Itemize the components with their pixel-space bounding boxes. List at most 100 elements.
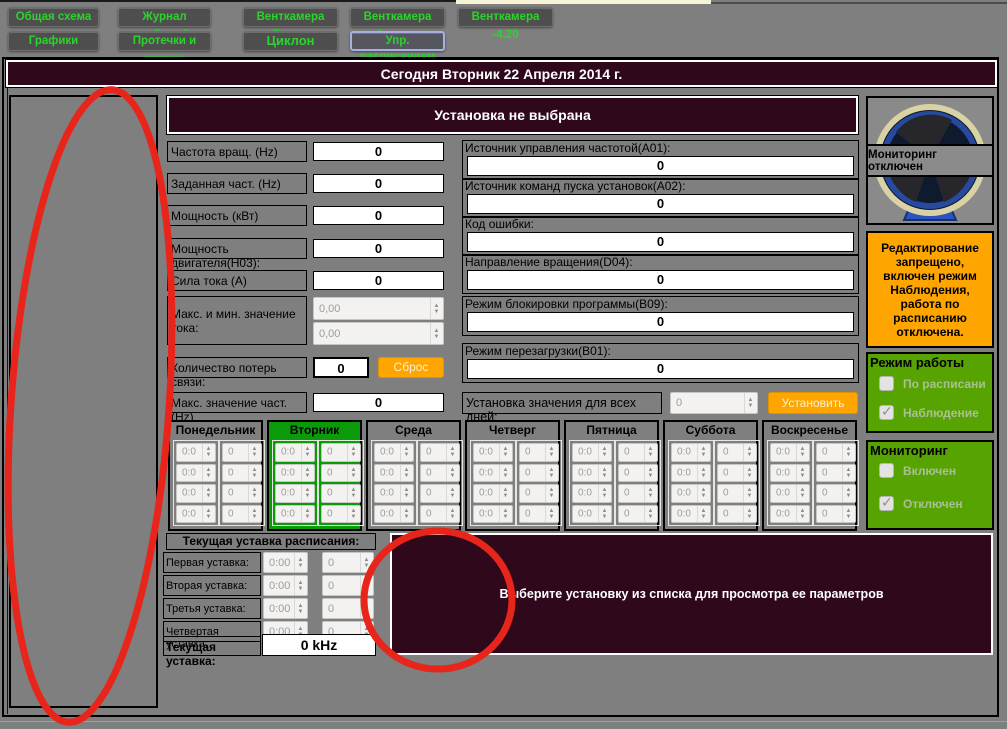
spinner-arrows-icon[interactable]: ▲▼: [301, 444, 313, 461]
schedule-time-spinner-3[interactable]: 0:00▲▼: [263, 598, 308, 619]
spinner-arrows-icon[interactable]: ▲▼: [644, 444, 656, 461]
spinner-arrows-icon[interactable]: ▲▼: [202, 465, 214, 482]
day3-value-spinner-3[interactable]: 0▲▼: [420, 484, 460, 503]
day3-value-spinner-1[interactable]: 0▲▼: [420, 443, 460, 462]
spinner-arrows-icon[interactable]: ▲▼: [347, 444, 359, 461]
spinner-arrows-icon[interactable]: ▲▼: [248, 444, 260, 461]
day4-value-spinner-3[interactable]: 0▲▼: [519, 484, 559, 503]
spinner-arrows-icon[interactable]: ▲▼: [430, 298, 442, 319]
day1-time-spinner-4[interactable]: 0:0▲▼: [176, 505, 216, 524]
day2-time-spinner-2[interactable]: 0:0▲▼: [275, 464, 315, 483]
day6-time-spinner-1[interactable]: 0:0▲▼: [671, 443, 711, 462]
spinner-arrows-icon[interactable]: ▲▼: [743, 485, 755, 502]
day4-time-spinner-2[interactable]: 0:0▲▼: [473, 464, 513, 483]
spinner-arrows-icon[interactable]: ▲▼: [430, 323, 442, 344]
work-mode-checkbox-1-unchecked[interactable]: [879, 376, 894, 391]
spinner-arrows-icon[interactable]: ▲▼: [202, 444, 214, 461]
spinner-arrows-icon[interactable]: ▲▼: [294, 599, 306, 618]
spinner-arrows-icon[interactable]: ▲▼: [796, 444, 808, 461]
day2-time-spinner-3[interactable]: 0:0▲▼: [275, 484, 315, 503]
spinner-arrows-icon[interactable]: ▲▼: [598, 465, 610, 482]
day5-value-spinner-3[interactable]: 0▲▼: [618, 484, 658, 503]
spinner-arrows-icon[interactable]: ▲▼: [697, 506, 709, 523]
spinner-arrows-icon[interactable]: ▲▼: [545, 506, 557, 523]
day7-value-spinner-1[interactable]: 0▲▼: [816, 443, 856, 462]
day6-time-spinner-4[interactable]: 0:0▲▼: [671, 505, 711, 524]
day2-value-spinner-4[interactable]: 0▲▼: [321, 505, 361, 524]
day2-time-spinner-1[interactable]: 0:0▲▼: [275, 443, 315, 462]
day7-time-spinner-2[interactable]: 0:0▲▼: [770, 464, 810, 483]
day4-value-spinner-4[interactable]: 0▲▼: [519, 505, 559, 524]
day6-value-spinner-1[interactable]: 0▲▼: [717, 443, 757, 462]
schedule-value-spinner-3[interactable]: 0▲▼: [322, 598, 374, 619]
day6-value-spinner-2[interactable]: 0▲▼: [717, 464, 757, 483]
spinner-arrows-icon[interactable]: ▲▼: [400, 444, 412, 461]
day4-time-spinner-4[interactable]: 0:0▲▼: [473, 505, 513, 524]
day5-time-spinner-4[interactable]: 0:0▲▼: [572, 505, 612, 524]
work-mode-checkbox-2-checked[interactable]: [879, 405, 894, 420]
all-days-spinner[interactable]: 0 ▲▼: [670, 392, 758, 414]
day1-time-spinner-2[interactable]: 0:0▲▼: [176, 464, 216, 483]
spinner-arrows-icon[interactable]: ▲▼: [499, 444, 511, 461]
spinner-arrows-icon[interactable]: ▲▼: [248, 485, 260, 502]
spinner-arrows-icon[interactable]: ▲▼: [697, 465, 709, 482]
schedule-value-spinner-1[interactable]: 0▲▼: [322, 552, 374, 573]
spinner-arrows-icon[interactable]: ▲▼: [744, 393, 756, 413]
spinner-arrows-icon[interactable]: ▲▼: [644, 465, 656, 482]
nav-button-2[interactable]: Журнал событий: [118, 7, 211, 27]
nav-button-row2-4[interactable]: Упр. расписанием: [350, 31, 445, 51]
spinner-arrows-icon[interactable]: ▲▼: [842, 444, 854, 461]
day3-time-spinner-3[interactable]: 0:0▲▼: [374, 484, 414, 503]
apply-all-days-button[interactable]: Установить: [768, 392, 858, 414]
nav-button-row2-3[interactable]: Циклон: [243, 31, 338, 51]
work-mode-option-1[interactable]: По расписани: [879, 376, 986, 391]
day6-time-spinner-2[interactable]: 0:0▲▼: [671, 464, 711, 483]
day4-time-spinner-1[interactable]: 0:0▲▼: [473, 443, 513, 462]
spinner-arrows-icon[interactable]: ▲▼: [400, 485, 412, 502]
spinner-arrows-icon[interactable]: ▲▼: [400, 506, 412, 523]
spinner-arrows-icon[interactable]: ▲▼: [796, 465, 808, 482]
schedule-time-spinner-1[interactable]: 0:00▲▼: [263, 552, 308, 573]
day7-value-spinner-2[interactable]: 0▲▼: [816, 464, 856, 483]
day5-time-spinner-3[interactable]: 0:0▲▼: [572, 484, 612, 503]
spinner-arrows-icon[interactable]: ▲▼: [301, 506, 313, 523]
spinner-arrows-icon[interactable]: ▲▼: [644, 506, 656, 523]
spinner-arrows-icon[interactable]: ▲▼: [545, 444, 557, 461]
spinner-arrows-icon[interactable]: ▲▼: [400, 465, 412, 482]
day3-time-spinner-2[interactable]: 0:0▲▼: [374, 464, 414, 483]
spinner-arrows-icon[interactable]: ▲▼: [446, 465, 458, 482]
day3-time-spinner-1[interactable]: 0:0▲▼: [374, 443, 414, 462]
day2-value-spinner-2[interactable]: 0▲▼: [321, 464, 361, 483]
spinner-arrows-icon[interactable]: ▲▼: [360, 553, 372, 572]
spinner-arrows-icon[interactable]: ▲▼: [202, 506, 214, 523]
day7-time-spinner-1[interactable]: 0:0▲▼: [770, 443, 810, 462]
day4-time-spinner-3[interactable]: 0:0▲▼: [473, 484, 513, 503]
monitoring-option-1[interactable]: Включен: [879, 463, 956, 478]
day1-time-spinner-3[interactable]: 0:0▲▼: [176, 484, 216, 503]
spinner-arrows-icon[interactable]: ▲▼: [598, 444, 610, 461]
spinner-arrows-icon[interactable]: ▲▼: [697, 444, 709, 461]
day7-time-spinner-3[interactable]: 0:0▲▼: [770, 484, 810, 503]
spinner-arrows-icon[interactable]: ▲▼: [796, 506, 808, 523]
monitoring-checkbox-2-checked[interactable]: [879, 496, 894, 511]
day2-value-spinner-3[interactable]: 0▲▼: [321, 484, 361, 503]
spinner-arrows-icon[interactable]: ▲▼: [842, 506, 854, 523]
spinner-arrows-icon[interactable]: ▲▼: [360, 599, 372, 618]
day1-value-spinner-1[interactable]: 0▲▼: [222, 443, 262, 462]
day2-value-spinner-1[interactable]: 0▲▼: [321, 443, 361, 462]
spinner-arrows-icon[interactable]: ▲▼: [347, 465, 359, 482]
work-mode-option-2[interactable]: Наблюдение: [879, 405, 979, 420]
day3-value-spinner-2[interactable]: 0▲▼: [420, 464, 460, 483]
nav-button-3[interactable]: Венткамера Рояль: [243, 7, 338, 27]
spinner-arrows-icon[interactable]: ▲▼: [294, 576, 306, 595]
spinner-arrows-icon[interactable]: ▲▼: [360, 576, 372, 595]
spinner-arrows-icon[interactable]: ▲▼: [545, 465, 557, 482]
day6-value-spinner-3[interactable]: 0▲▼: [717, 484, 757, 503]
monitoring-option-2[interactable]: Отключен: [879, 496, 963, 511]
spinner-arrows-icon[interactable]: ▲▼: [446, 444, 458, 461]
current-max-spinner[interactable]: 0,00 ▲▼: [313, 297, 444, 320]
unit-list-panel[interactable]: [9, 95, 158, 708]
day5-value-spinner-2[interactable]: 0▲▼: [618, 464, 658, 483]
day4-value-spinner-2[interactable]: 0▲▼: [519, 464, 559, 483]
spinner-arrows-icon[interactable]: ▲▼: [499, 465, 511, 482]
